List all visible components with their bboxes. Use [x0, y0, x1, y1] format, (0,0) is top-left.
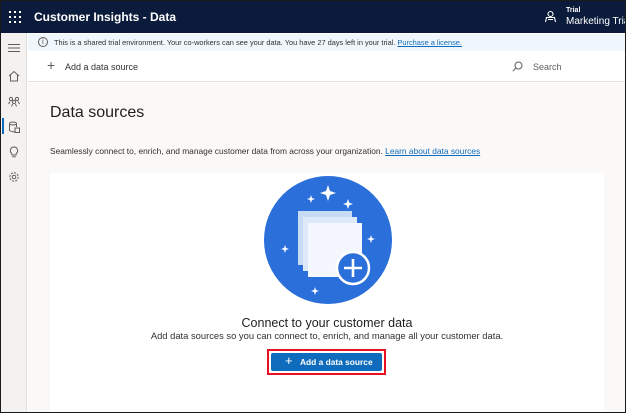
gear-icon: [9, 172, 19, 182]
nav-item-settings[interactable]: [1, 166, 27, 188]
search-box[interactable]: Search: [512, 59, 622, 75]
learn-about-data-sources-link[interactable]: Learn about data sources: [385, 146, 480, 156]
highlight-box: + Add a data source: [267, 349, 386, 375]
app-window: Customer Insights - Data Trial Marketing…: [0, 0, 626, 413]
plus-icon: +: [285, 353, 293, 368]
data-sources-illustration-icon: [264, 176, 392, 304]
purchase-license-link[interactable]: Purchase a license.: [397, 38, 462, 47]
nav-item-data[interactable]: [1, 116, 27, 138]
notification-text: This is a shared trial environment. Your…: [54, 38, 462, 47]
search-icon: [512, 61, 523, 72]
environment-picker[interactable]: Trial Marketing Trial: [544, 7, 626, 28]
main-content: Data sources Seamlessly connect to, enri…: [28, 83, 625, 412]
notification-message: This is a shared trial environment. Your…: [54, 38, 396, 47]
add-data-source-command-label: Add a data source: [65, 62, 139, 72]
empty-state-subtitle: Add data sources so you can connect to, …: [150, 330, 504, 341]
home-icon: [8, 70, 20, 82]
nav-item-home[interactable]: [1, 65, 27, 87]
page-title: Data sources: [50, 104, 145, 121]
info-icon: i: [38, 37, 48, 47]
page-description-text: Seamlessly connect to, enrich, and manag…: [50, 146, 383, 156]
top-bar: Customer Insights - Data Trial Marketing…: [1, 1, 625, 33]
left-navigation: [1, 33, 27, 412]
page-description: Seamlessly connect to, enrich, and manag…: [50, 146, 480, 156]
plus-icon: +: [47, 57, 56, 73]
app-title: Customer Insights - Data: [34, 10, 177, 24]
menu-toggle-button[interactable]: [1, 37, 27, 59]
search-placeholder: Search: [533, 62, 562, 72]
empty-state-card: Connect to your customer data Add data s…: [50, 173, 604, 412]
app-launcher-icon[interactable]: [8, 10, 22, 24]
add-data-source-button-label: Add a data source: [300, 357, 373, 367]
environment-icon: [544, 10, 557, 23]
environment-type: Trial: [566, 7, 581, 14]
people-icon: [8, 96, 20, 107]
nav-item-insights[interactable]: [1, 141, 27, 163]
environment-name: Marketing Trial: [566, 16, 626, 27]
empty-state-title: Connect to your customer data: [241, 316, 413, 330]
command-bar: + Add a data source Search: [28, 51, 625, 82]
lightbulb-icon: [9, 146, 19, 158]
database-icon: [9, 121, 20, 133]
nav-item-unify[interactable]: [1, 90, 27, 112]
active-indicator: [2, 118, 4, 134]
hamburger-icon: [8, 44, 20, 52]
trial-notification-bar: i This is a shared trial environment. Yo…: [28, 34, 625, 51]
add-data-source-button[interactable]: + Add a data source: [271, 353, 382, 371]
